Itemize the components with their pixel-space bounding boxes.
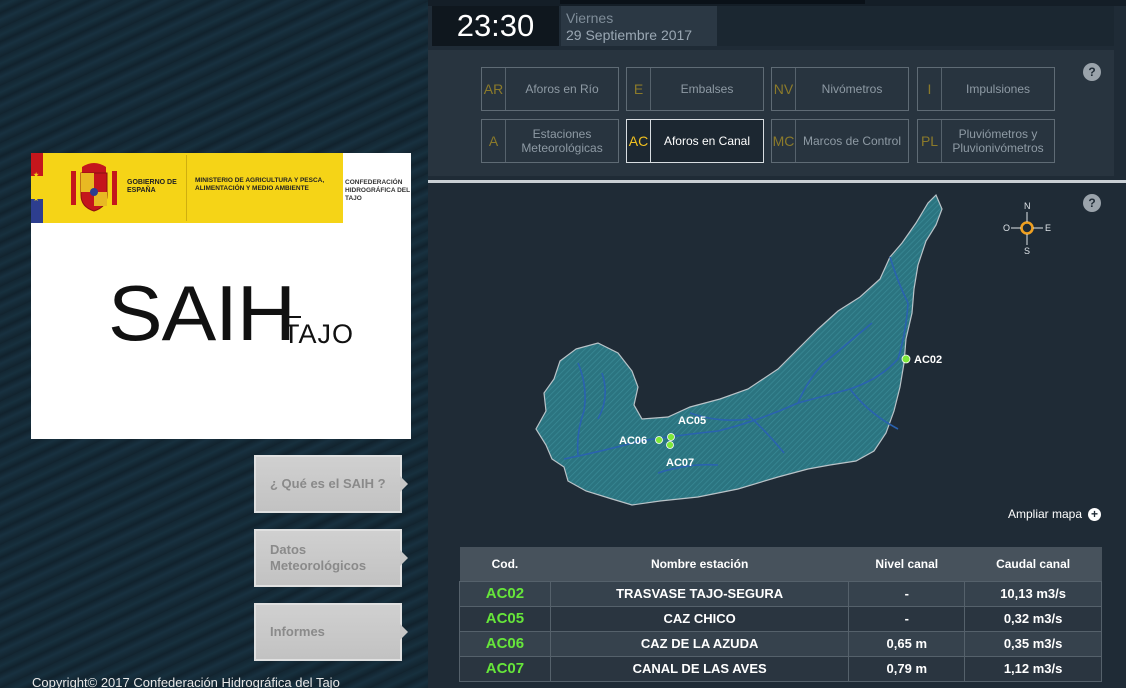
station-label: AC07 — [666, 457, 694, 469]
cell-name: CANAL DE LAS AVES — [549, 655, 850, 682]
top-bar-accent — [560, 0, 865, 4]
category-label: Aforos en Río — [525, 82, 599, 96]
category-label: Aforos en Canal — [663, 134, 751, 148]
cell-caudal: 1,12 m3/s — [964, 655, 1102, 682]
help-icon[interactable]: ? — [1083, 63, 1101, 81]
cell-nivel: - — [848, 580, 966, 607]
station-ac02[interactable]: AC02 — [901, 354, 942, 366]
category-label: Embalses — [680, 82, 734, 96]
table-row[interactable]: AC02 TRASVASE TAJO-SEGURA -10,13 m3/s — [459, 580, 1102, 607]
ministry-label: MINISTERIO DE AGRICULTURA Y PESCA, ALIME… — [195, 177, 325, 192]
category-a-button[interactable]: A Estaciones Meteorológicas — [481, 119, 619, 163]
weekday-label: Viernes — [566, 10, 614, 26]
category-code: A — [482, 120, 506, 162]
cell-caudal: 0,35 m3/s — [964, 630, 1102, 657]
cell-cod: AC07 — [459, 655, 551, 682]
government-label: GOBIERNO DE ESPAÑA — [127, 179, 177, 194]
cell-cod: AC06 — [459, 630, 551, 657]
cell-nivel: - — [848, 605, 966, 632]
compass-east: E — [1045, 223, 1051, 233]
cell-caudal: 10,13 m3/s — [964, 580, 1102, 607]
category-nv-button[interactable]: NV Nivómetros — [771, 67, 909, 111]
compass-north: N — [1024, 201, 1031, 211]
category-ar-button[interactable]: AR Aforos en Río — [481, 67, 619, 111]
table-header-row: Cod. Nombre estación Nivel canal Caudal … — [459, 547, 1102, 581]
station-label: AC02 — [914, 354, 942, 366]
category-ac-button[interactable]: AC Aforos en Canal — [626, 119, 764, 163]
category-code: PL — [918, 120, 942, 162]
cell-cod: AC05 — [459, 605, 551, 632]
coat-of-arms-icon — [71, 163, 117, 212]
clock-date: Viernes 29 Septiembre 2017 — [561, 6, 717, 46]
stations-table: Cod. Nombre estación Nivel canal Caudal … — [459, 547, 1102, 682]
date-label: 29 Septiembre 2017 — [566, 27, 693, 43]
saih-logo-text: SAIH — [108, 269, 296, 357]
category-code: MC — [772, 120, 796, 162]
expand-map-link[interactable]: Ampliar mapa + — [1008, 507, 1102, 521]
category-code: E — [627, 68, 651, 110]
clock-time: 23:30 — [432, 6, 559, 46]
compass-icon: N S E O — [1003, 201, 1051, 256]
cell-nivel: 0,65 m — [848, 630, 966, 657]
table-row[interactable]: AC06 CAZ DE LA AZUDA 0,65 m 0,35 m3/s — [459, 630, 1102, 657]
category-code: I — [918, 68, 942, 110]
basin-map: AC02 AC05 AC06 AC07 N S E O — [535, 193, 1051, 506]
compass-south: S — [1024, 246, 1030, 256]
logo-separator — [186, 155, 187, 221]
category-label: Nivómetros — [821, 82, 883, 96]
header-bar — [717, 6, 1114, 46]
plus-icon: + — [1088, 507, 1102, 521]
category-i-button[interactable]: I Impulsiones — [917, 67, 1055, 111]
category-code: AC — [627, 120, 651, 162]
station-label: AC06 — [619, 435, 647, 447]
cell-cod: AC02 — [459, 580, 551, 607]
cell-name: CAZ DE LA AZUDA — [549, 630, 850, 657]
category-e-button[interactable]: E Embalses — [626, 67, 764, 111]
cell-nivel: 0,79 m — [848, 655, 966, 682]
copyright-text: Copyright© 2017 Confederación Hidrográfi… — [32, 675, 340, 688]
header-cod: Cod. — [459, 547, 551, 581]
category-pl-button[interactable]: PL Pluviómetros y Pluvionivómetros — [917, 119, 1055, 163]
table-row[interactable]: AC07 CANAL DE LAS AVES 0,79 m 1,12 m3/s — [459, 655, 1102, 682]
category-code: NV — [772, 68, 796, 110]
tajo-basin-shape — [535, 193, 943, 506]
category-label: Impulsiones — [965, 82, 1031, 96]
informes-button[interactable]: Informes — [254, 603, 408, 661]
category-label: Marcos de Control — [802, 134, 902, 148]
cell-name: CAZ CHICO — [549, 605, 850, 632]
cell-caudal: 0,32 m3/s — [964, 605, 1102, 632]
logo-line — [283, 316, 301, 318]
expand-map-label: Ampliar mapa — [1008, 507, 1083, 521]
que-es-saih-button[interactable]: ¿ Qué es el SAIH ? — [254, 455, 408, 513]
header-caudal: Caudal canal — [964, 547, 1102, 581]
confederation-label: CONFEDERACIÓN HIDROGRÁFICA DEL TAJO — [345, 179, 410, 202]
map-help-icon[interactable]: ? — [1083, 194, 1101, 212]
header-nivel: Nivel canal — [848, 547, 965, 581]
category-label: Pluviómetros y Pluvionivómetros — [952, 127, 1044, 155]
datos-meteorologicos-button[interactable]: Datos Meteorológicos — [254, 529, 408, 587]
header-name: Nombre estación — [550, 547, 849, 581]
table-row[interactable]: AC05 CAZ CHICO -0,32 m3/s — [459, 605, 1102, 632]
compass-west: O — [1003, 223, 1010, 233]
stars-icon: ★ ★ ★ — [33, 171, 40, 203]
tajo-logo-text: TAJO — [283, 319, 354, 349]
logo-panel: ★ ★ ★ GOBIERNO DE ESPAÑA MINISTERIO DE AGR… — [31, 153, 411, 439]
station-label: AC05 — [678, 415, 706, 427]
category-label: Estaciones Meteorológicas — [521, 127, 603, 155]
cell-name: TRASVASE TAJO-SEGURA — [549, 580, 850, 607]
category-mc-button[interactable]: MC Marcos de Control — [771, 119, 909, 163]
category-code: AR — [482, 68, 506, 110]
